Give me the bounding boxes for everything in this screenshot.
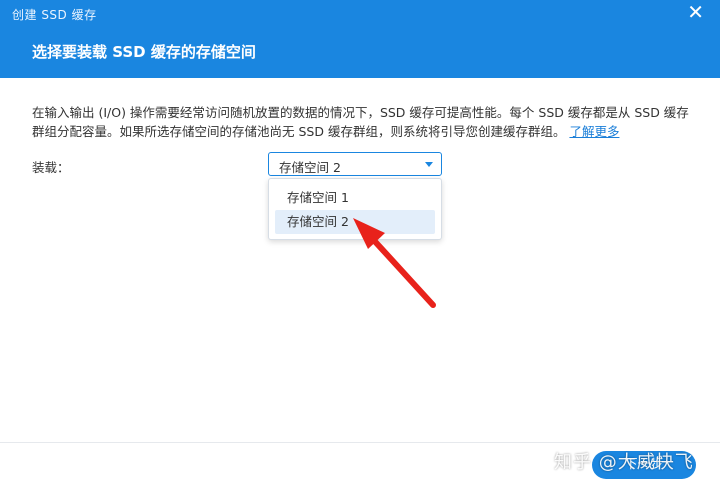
learn-more-link[interactable]: 了解更多	[569, 124, 619, 139]
chevron-down-icon[interactable]	[425, 162, 433, 167]
next-button[interactable]: 下一步	[592, 451, 696, 479]
dialog-header: 创建 SSD 缓存 ✕ 选择要装载 SSD 缓存的存储空间	[0, 0, 720, 78]
description: 在输入输出 (I/O) 操作需要经常访问随机放置的数据的情况下，SSD 缓存可提…	[32, 103, 692, 141]
window-title: 创建 SSD 缓存	[12, 8, 97, 22]
volume-select[interactable]: 存储空间 2	[268, 152, 442, 176]
volume-option-1[interactable]: 存储空间 1	[275, 186, 435, 210]
volume-select-value: 存储空间 2	[279, 160, 341, 175]
page-title: 选择要装载 SSD 缓存的存储空间	[32, 43, 256, 61]
footer-divider	[0, 442, 720, 443]
volume-dropdown-menu: 存储空间 1 存储空间 2	[268, 178, 442, 240]
close-icon[interactable]: ✕	[687, 2, 704, 22]
volume-option-2[interactable]: 存储空间 2	[275, 210, 435, 234]
mount-label: 装载：	[32, 160, 70, 175]
